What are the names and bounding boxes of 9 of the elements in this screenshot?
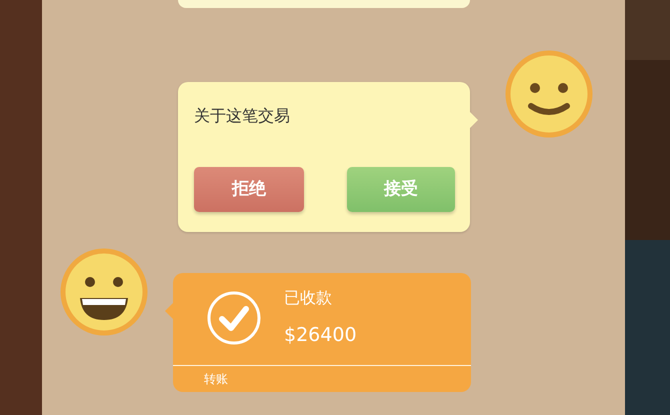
emoji-avatar-icon — [505, 50, 593, 138]
accept-button[interactable]: 接受 — [347, 167, 455, 212]
message-text: 关于这笔交易 — [194, 105, 291, 127]
check-circle-icon — [207, 290, 261, 345]
transfer-label: 转账 — [204, 372, 228, 386]
decline-button[interactable]: 拒绝 — [194, 167, 304, 212]
transfer-status: 已收款 — [284, 287, 333, 309]
emoji-avatar-icon — [60, 248, 148, 336]
transfer-amount: $26400 — [284, 323, 357, 348]
